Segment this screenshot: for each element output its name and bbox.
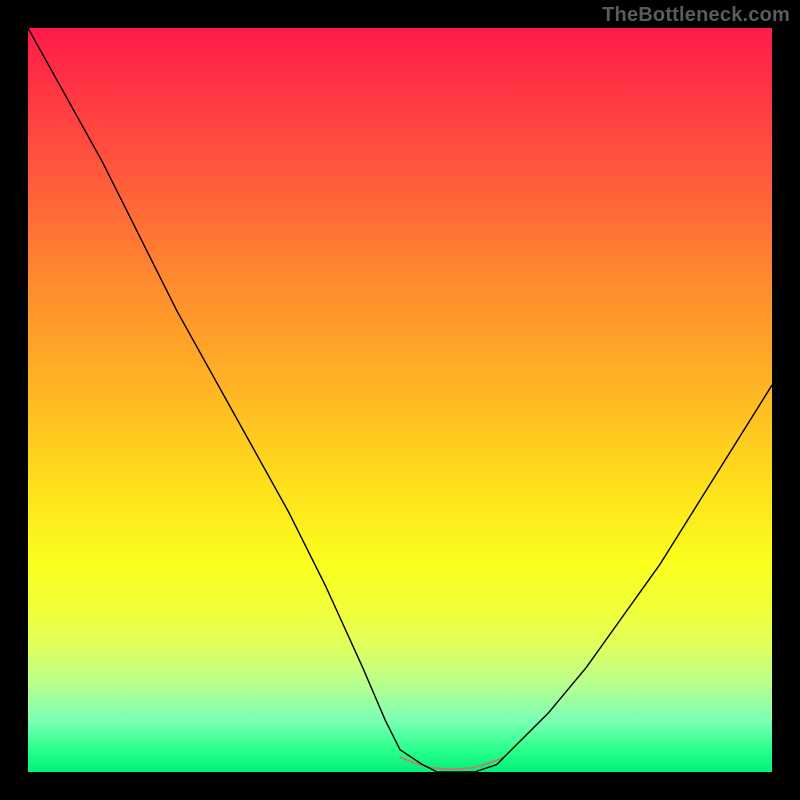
- bottleneck-curve: [28, 28, 772, 772]
- chart-frame: TheBottleneck.com: [0, 0, 800, 800]
- plot-area: [28, 28, 772, 772]
- curve-layer: [28, 28, 772, 772]
- watermark-text: TheBottleneck.com: [602, 4, 790, 27]
